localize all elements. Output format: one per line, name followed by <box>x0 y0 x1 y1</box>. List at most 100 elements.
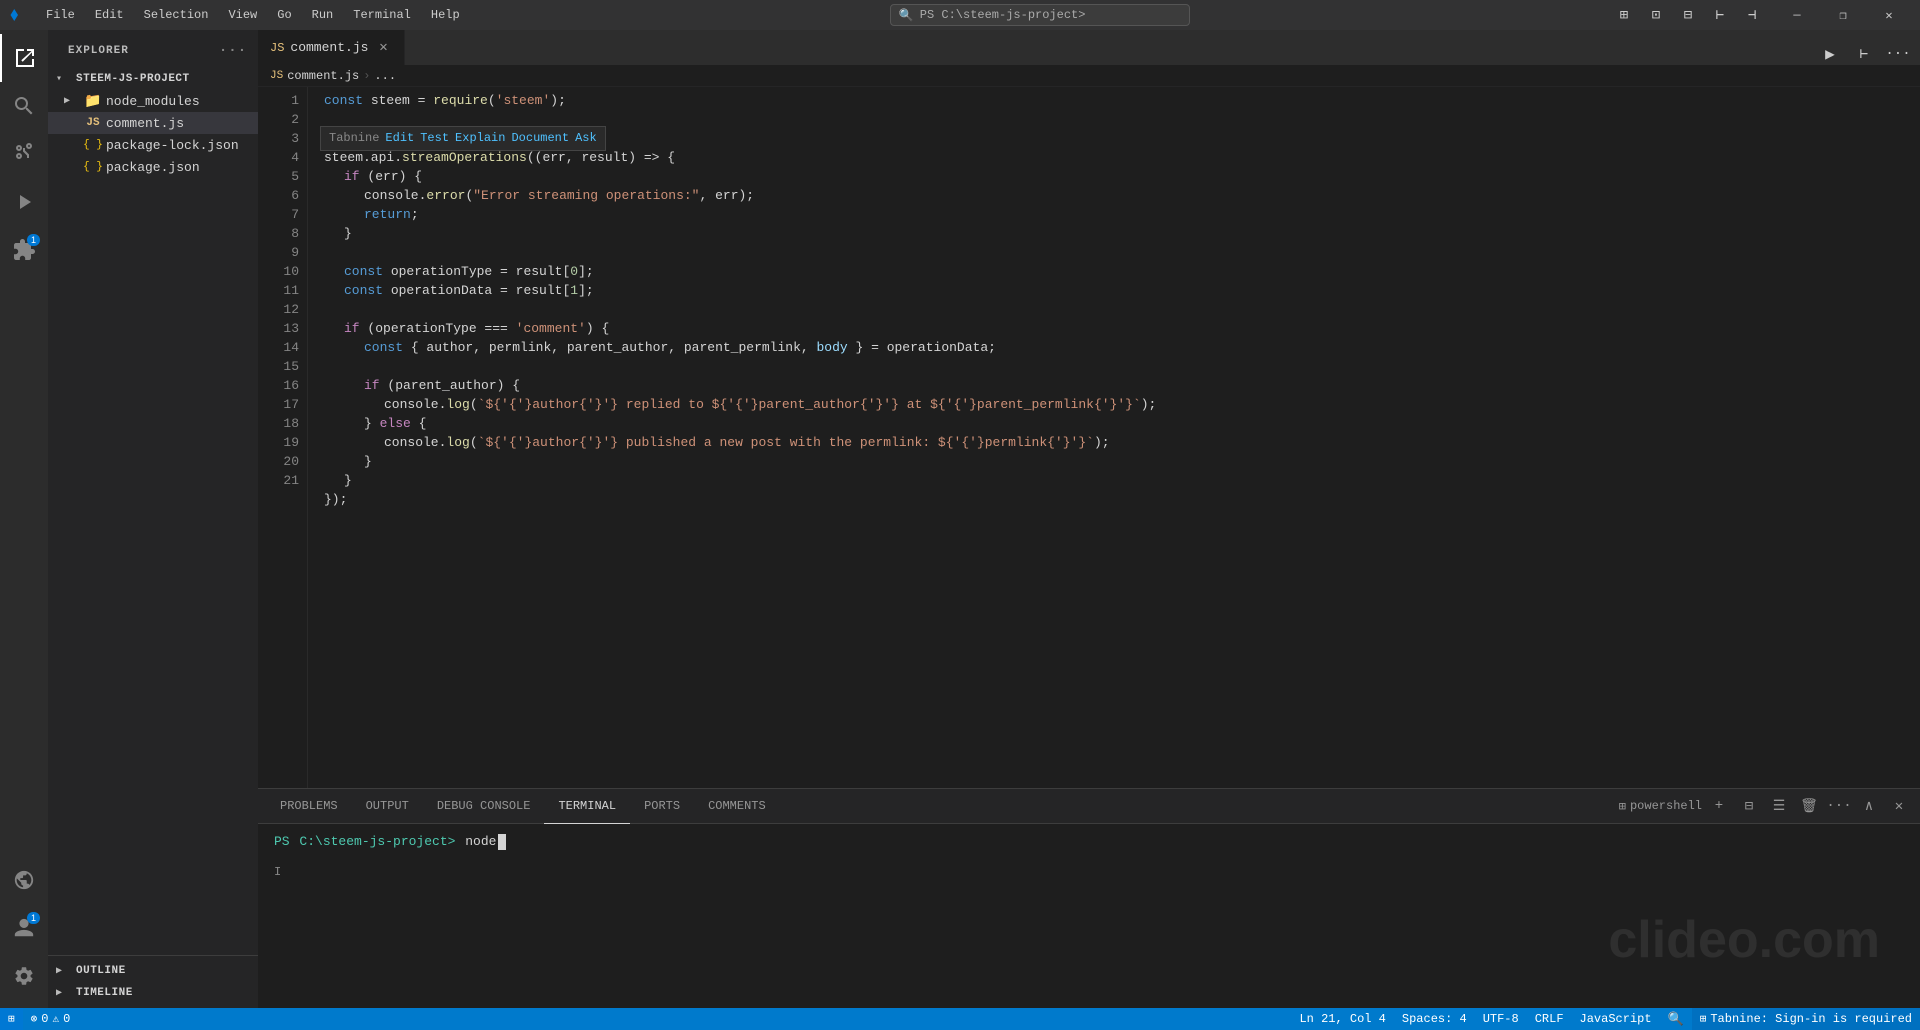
tabnine-explain[interactable]: Explain <box>455 129 505 148</box>
panel-tab-output[interactable]: OUTPUT <box>352 789 423 824</box>
js-file-icon: JS <box>84 114 102 132</box>
remote-activity-icon[interactable] <box>0 856 48 904</box>
tab-file-icon: JS <box>270 41 284 55</box>
status-tabnine[interactable]: ⊞ Tabnine: Sign-in is required <box>1692 1008 1920 1030</box>
panel-actions: ⊞ powershell + ⊟ ☰ 🗑 ··· ∧ ✕ <box>1619 793 1912 819</box>
layout3-icon[interactable]: ⊟ <box>1674 4 1702 26</box>
status-encoding[interactable]: UTF-8 <box>1475 1008 1527 1030</box>
status-search[interactable]: 🔍 <box>1660 1008 1692 1030</box>
menu-terminal[interactable]: Terminal <box>343 6 421 24</box>
status-eol[interactable]: CRLF <box>1527 1008 1572 1030</box>
minimize-button[interactable]: — <box>1774 0 1820 30</box>
layout-icon[interactable]: ⊞ <box>1610 4 1638 26</box>
folder-icon: 📁 <box>84 92 102 110</box>
explorer-activity-icon[interactable] <box>0 34 48 82</box>
layout4-icon[interactable]: ⊢ <box>1706 4 1734 26</box>
tree-root-item[interactable]: ▾ STEEM-JS-PROJECT <box>48 68 258 90</box>
code-line-9: const operationType = result[0]; <box>324 262 1920 281</box>
panel-tab-terminal[interactable]: TERMINAL <box>544 789 630 824</box>
tabnine-ask[interactable]: Ask <box>575 129 597 148</box>
tab-bar: JS comment.js ✕ ▶ ⊢ ··· <box>258 30 1920 65</box>
panel-tab-problems[interactable]: PROBLEMS <box>266 789 352 824</box>
breadcrumb-filename[interactable]: comment.js <box>287 69 359 83</box>
more-terminal-icon[interactable]: ··· <box>1826 793 1852 819</box>
trash-terminal-icon[interactable]: 🗑 <box>1796 793 1822 819</box>
error-count: 0 <box>41 1012 48 1026</box>
menu-edit[interactable]: Edit <box>85 6 134 24</box>
settings-activity-icon[interactable] <box>0 952 48 1000</box>
breadcrumb-context: ... <box>374 69 396 83</box>
menu-go[interactable]: Go <box>267 6 301 24</box>
terminal-path: C:\steem-js-project> <box>292 832 456 852</box>
sidebar-more-icon[interactable]: ··· <box>224 42 242 60</box>
more-actions-icon[interactable]: ··· <box>1884 43 1912 65</box>
maximize-button[interactable]: ❐ <box>1820 0 1866 30</box>
panel-tab-debug[interactable]: DEBUG CONSOLE <box>423 789 545 824</box>
panel-tab-ports[interactable]: PORTS <box>630 789 694 824</box>
breadcrumb-sep: › <box>363 69 370 83</box>
layout-terminal-icon[interactable]: ☰ <box>1766 793 1792 819</box>
tabnine-test[interactable]: Test <box>420 129 449 148</box>
status-errors[interactable]: ⊗ 0 ⚠ 0 <box>23 1008 79 1030</box>
layout5-icon[interactable]: ⊣ <box>1738 4 1766 26</box>
tab-label: comment.js <box>290 40 368 55</box>
title-bar: File Edit Selection View Go Run Terminal… <box>0 0 1920 30</box>
code-line-12: if (operationType === 'comment') { <box>324 319 1920 338</box>
panel-tab-comments[interactable]: COMMENTS <box>694 789 780 824</box>
tabnine-document[interactable]: Document <box>511 129 569 148</box>
status-language[interactable]: JavaScript <box>1572 1008 1660 1030</box>
code-line-1: const steem = require('steem'); <box>324 91 1920 110</box>
tree-item-package-lock[interactable]: { } package-lock.json <box>48 134 258 156</box>
status-line-col[interactable]: Ln 21, Col 4 <box>1291 1008 1393 1030</box>
menu-help[interactable]: Help <box>421 6 470 24</box>
tree-item-node-modules[interactable]: ▶ 📁 node_modules <box>48 90 258 112</box>
run-file-icon[interactable]: ▶ <box>1816 43 1844 65</box>
run-debug-activity-icon[interactable] <box>0 178 48 226</box>
layout2-icon[interactable]: ⊡ <box>1642 4 1670 26</box>
sidebar: EXPLORER ··· ▾ STEEM-JS-PROJECT ▶ 📁 node… <box>48 30 258 1008</box>
tabnine-status-text: Tabnine: Sign-in is required <box>1710 1012 1912 1026</box>
source-control-activity-icon[interactable] <box>0 130 48 178</box>
title-bar-actions: ⊞ ⊡ ⊟ ⊢ ⊣ <box>1610 4 1766 26</box>
code-editor[interactable]: 12345 678910 1112131415 1617181920 21 co… <box>258 87 1920 788</box>
close-panel-icon[interactable]: ✕ <box>1886 793 1912 819</box>
line-numbers: 12345 678910 1112131415 1617181920 21 <box>258 87 308 788</box>
search-activity-icon[interactable] <box>0 82 48 130</box>
status-left: ⊞ ⊗ 0 ⚠ 0 <box>0 1008 78 1030</box>
add-terminal-icon[interactable]: + <box>1706 793 1732 819</box>
error-icon: ⊗ <box>31 1012 38 1026</box>
global-search-box[interactable]: 🔍 PS C:\steem-js-project> <box>890 4 1190 26</box>
tree-item-comment-js[interactable]: JS comment.js <box>48 112 258 134</box>
expand-panel-icon[interactable]: ∧ <box>1856 793 1882 819</box>
editor-tab-comment-js[interactable]: JS comment.js ✕ <box>258 30 405 65</box>
menu-view[interactable]: View <box>218 6 267 24</box>
menu-file[interactable]: File <box>36 6 85 24</box>
account-activity-icon[interactable]: 1 <box>0 904 48 952</box>
code-line-18: console.log(`${'{'}author{'}'} published… <box>324 433 1920 452</box>
sidebar-header-icons: ··· <box>224 42 242 60</box>
tab-close-icon[interactable]: ✕ <box>374 39 392 57</box>
menu-selection[interactable]: Selection <box>134 6 219 24</box>
code-line-11 <box>324 300 1920 319</box>
tree-spacer <box>64 140 80 151</box>
code-content[interactable]: const steem = require('steem'); Tabnine … <box>308 87 1920 788</box>
main-layout: 1 1 EXPLORER ··· ▾ S <box>0 30 1920 1008</box>
split-editor-icon[interactable]: ⊢ <box>1850 43 1878 65</box>
outline-arrow: ▶ <box>56 965 72 977</box>
outline-section[interactable]: ▶ OUTLINE <box>48 960 258 982</box>
menu-run[interactable]: Run <box>302 6 344 24</box>
search-icon: 🔍 <box>899 8 914 23</box>
tree-item-package-json[interactable]: { } package.json <box>48 156 258 178</box>
code-line-15: if (parent_author) { <box>324 376 1920 395</box>
code-line-8 <box>324 243 1920 262</box>
extensions-activity-icon[interactable]: 1 <box>0 226 48 274</box>
activity-bar: 1 1 <box>0 30 48 1008</box>
status-spaces[interactable]: Spaces: 4 <box>1394 1008 1475 1030</box>
split-terminal-icon[interactable]: ⊟ <box>1736 793 1762 819</box>
timeline-section[interactable]: ▶ TIMELINE <box>48 982 258 1004</box>
terminal-content[interactable]: PS C:\steem-js-project> node I <box>258 824 1920 1008</box>
code-line-13: const { author, permlink, parent_author,… <box>324 338 1920 357</box>
tabnine-edit[interactable]: Edit <box>385 129 414 148</box>
status-remote[interactable]: ⊞ <box>0 1008 23 1030</box>
close-button[interactable]: ✕ <box>1866 0 1912 30</box>
